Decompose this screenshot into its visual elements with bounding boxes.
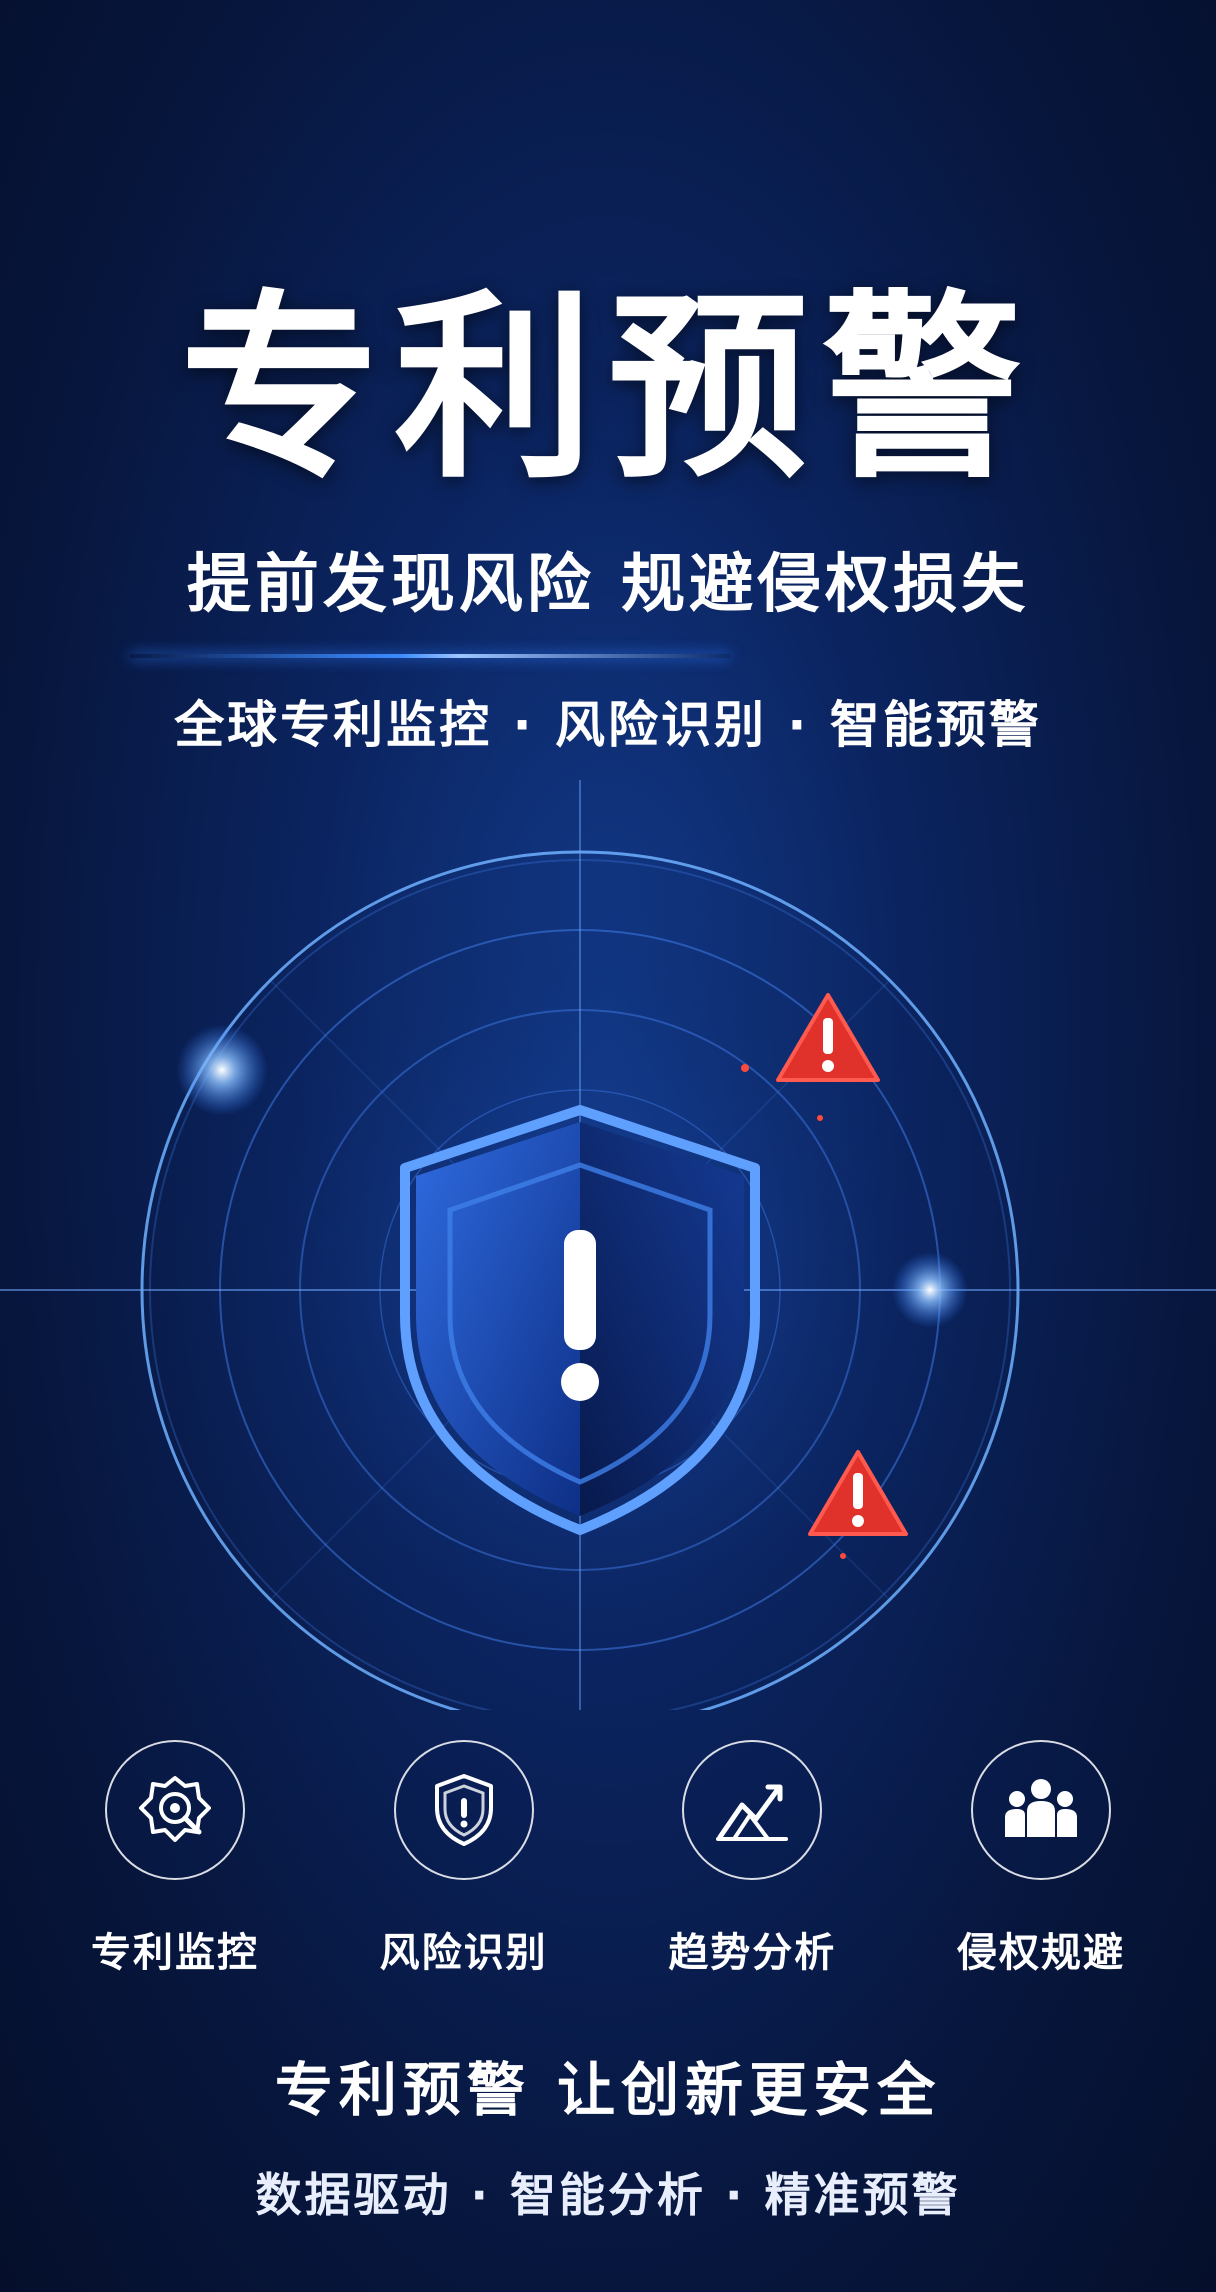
poster-title: 专利预警 <box>179 273 1036 506</box>
feature-item-risk-identification: 风险识别 <box>339 1740 589 1978</box>
poster-slogan: 专利预警 让创新更安全 <box>274 2056 942 2124</box>
poster-tagline: 全球专利监控 · 风险识别 · 智能预警 <box>174 696 1042 754</box>
feature-item-trend-analysis: 趋势分析 <box>627 1740 877 1978</box>
people-group-icon <box>970 1740 1111 1880</box>
feature-label: 专利监控 <box>91 1930 259 1976</box>
feature-label: 侵权规避 <box>956 1930 1125 1976</box>
feature-label: 风险识别 <box>379 1930 548 1976</box>
glow-divider <box>130 654 730 658</box>
poster-bottom-tagline: 数据驱动 · 智能分析 · 精准预警 <box>255 2168 961 2222</box>
radar-illustration <box>0 780 1216 1710</box>
poster-subtitle: 提前发现风险 规避侵权损失 <box>186 548 1030 622</box>
feature-item-infringement-avoidance: 侵权规避 <box>916 1740 1166 1978</box>
eye-monitor-icon <box>105 1740 245 1880</box>
flare-right <box>892 1252 968 1328</box>
feature-list: 专利监控 风险识别 趋势分析 侵权规避 <box>50 1740 1166 1978</box>
trend-chart-icon <box>682 1740 823 1880</box>
feature-label: 趋势分析 <box>668 1930 837 1976</box>
feature-item-patent-monitoring: 专利监控 <box>50 1740 300 1978</box>
flare-left <box>176 1024 268 1116</box>
shield-alert-icon <box>393 1740 534 1880</box>
